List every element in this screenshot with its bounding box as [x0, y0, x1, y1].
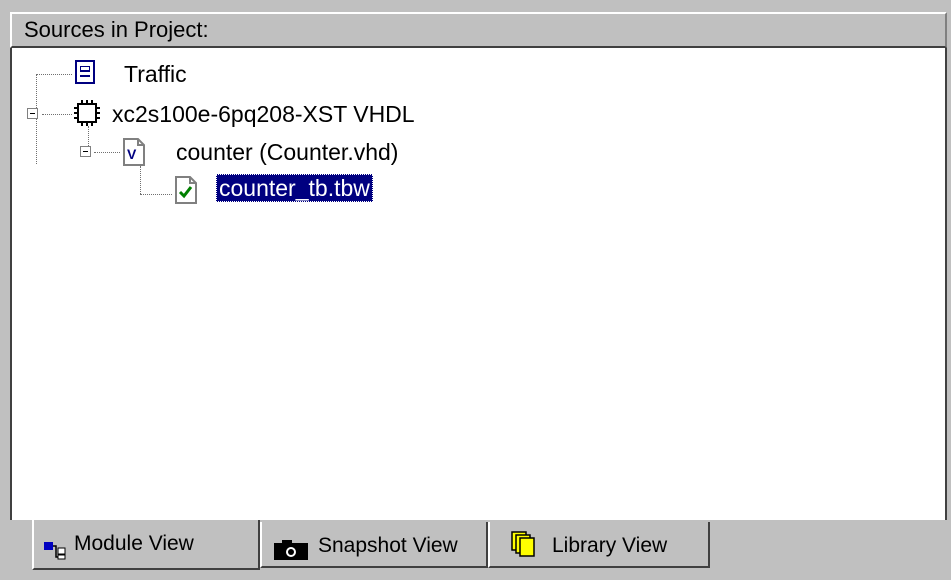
svg-text:V: V	[127, 146, 137, 162]
tree-item-label: counter (Counter.vhd)	[176, 139, 399, 165]
tab-label: Library View	[552, 534, 668, 557]
vhdl-file-icon: V	[122, 138, 146, 171]
tree-connector	[140, 194, 172, 195]
tree-connector	[36, 74, 72, 75]
tree-item-label: Traffic	[124, 61, 187, 87]
tree-connector	[94, 152, 120, 153]
tab-label: Snapshot View	[318, 534, 458, 557]
tab-snapshot-view[interactable]: Snapshot View	[260, 522, 488, 568]
collapse-toggle[interactable]	[27, 108, 38, 119]
tree-item-label-selected: counter_tb.tbw	[216, 174, 373, 202]
tree-connector	[36, 74, 37, 164]
module-view-icon	[44, 534, 70, 574]
view-tab-bar: Module View Snapshot View Library View	[0, 520, 951, 580]
tab-label: Module View	[74, 532, 194, 555]
sources-panel: Sources in Project: Traffic xc2s100e-6pq…	[0, 0, 951, 580]
tab-library-view[interactable]: Library View	[488, 522, 710, 568]
source-tree[interactable]: Traffic xc2s100e-6pq208-XST VHDL V count…	[10, 48, 947, 520]
panel-title: Sources in Project:	[24, 17, 209, 42]
testbench-file-icon	[174, 176, 198, 209]
chip-icon	[74, 100, 100, 131]
camera-icon	[274, 534, 308, 574]
tree-item-label: xc2s100e-6pq208-XST VHDL	[112, 101, 415, 127]
library-icon	[510, 530, 538, 572]
collapse-toggle[interactable]	[80, 146, 91, 157]
tree-connector	[42, 114, 72, 115]
tab-module-view[interactable]: Module View	[32, 520, 260, 570]
project-icon	[74, 60, 98, 91]
panel-header: Sources in Project:	[10, 12, 947, 48]
